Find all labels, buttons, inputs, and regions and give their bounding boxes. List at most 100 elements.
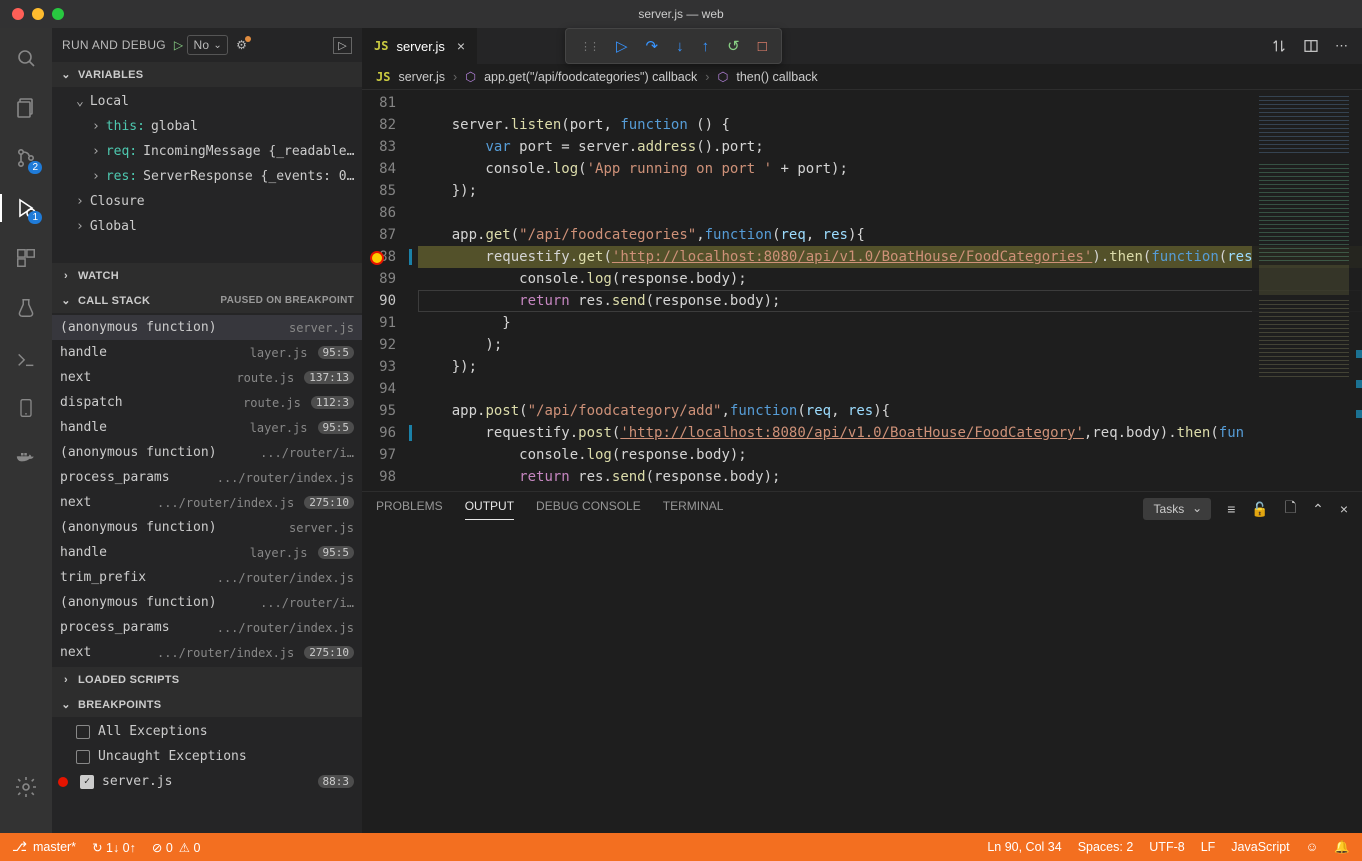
settings-gear-icon[interactable] [12,773,40,801]
source-control-icon[interactable]: 2 [12,144,40,172]
split-editor-icon[interactable] [1303,38,1319,54]
cursor-position[interactable]: Ln 90, Col 34 [987,840,1061,854]
callstack-frame[interactable]: (anonymous function).../router/i… [52,590,362,615]
variables-section-header[interactable]: ⌄VARIABLES [52,62,362,87]
breakpoint-item[interactable]: ✓server.js88:3 [52,769,362,794]
editor-tab[interactable]: JS server.js × [362,28,477,64]
breadcrumbs[interactable]: JS server.js › ⬡ app.get("/api/foodcateg… [362,64,1362,90]
minimize-window-icon[interactable] [32,8,44,20]
tab-output[interactable]: OUTPUT [465,499,514,520]
js-file-icon: JS [376,70,390,84]
stop-icon[interactable]: □ [758,38,767,55]
callstack-frame[interactable]: handlelayer.js95:5 [52,540,362,565]
callstack-frame[interactable]: handlelayer.js95:5 [52,340,362,365]
callstack-frame[interactable]: next.../router/index.js275:10 [52,640,362,665]
drag-handle-icon[interactable]: ⋮⋮ [580,40,598,53]
eol[interactable]: LF [1201,840,1216,854]
start-debug-button[interactable]: ▷ No⌄ [174,35,228,55]
encoding[interactable]: UTF-8 [1149,840,1184,854]
callstack-frame[interactable]: (anonymous function).../router/i… [52,440,362,465]
run-debug-icon[interactable]: 1 [12,194,40,222]
close-window-icon[interactable] [12,8,24,20]
debug-toolbar[interactable]: ⋮⋮ ▷ ↷ ↓ ↑ ↺ □ [565,28,782,64]
callstack-frame[interactable]: (anonymous function)server.js [52,315,362,340]
callstack-frame[interactable]: process_params.../router/index.js [52,615,362,640]
chevron-down-icon: ⌄ [60,698,72,711]
minimap[interactable] [1252,90,1362,491]
tab-terminal[interactable]: TERMINAL [663,499,724,519]
step-out-icon[interactable]: ↑ [702,38,710,55]
extensions-icon[interactable] [12,244,40,272]
device-icon[interactable] [12,394,40,422]
docker-icon[interactable] [12,444,40,472]
tab-problems[interactable]: PROBLEMS [376,499,443,519]
chevron-right-icon: › [92,144,100,159]
chevron-right-icon: › [60,270,72,282]
callstack-frame[interactable]: nextroute.js137:13 [52,365,362,390]
js-file-icon: JS [374,39,388,53]
breakpoints-section-header[interactable]: ⌄BREAKPOINTS [52,692,362,717]
errors-status[interactable]: ⊘ 0 [152,840,173,855]
scope-local[interactable]: ⌄Local [52,89,362,114]
compare-changes-icon[interactable] [1271,38,1287,54]
collapse-panel-icon[interactable]: ⌃ [1312,501,1324,518]
callstack-frame[interactable]: trim_prefix.../router/index.js [52,565,362,590]
continue-icon[interactable]: ▷ [616,37,628,55]
language-mode[interactable]: JavaScript [1231,840,1289,854]
indentation[interactable]: Spaces: 2 [1078,840,1134,854]
restart-icon[interactable]: ↺ [727,37,740,55]
callstack-frame[interactable]: process_params.../router/index.js [52,465,362,490]
tab-debug-console[interactable]: DEBUG CONSOLE [536,499,641,519]
callstack-frame[interactable]: (anonymous function)server.js [52,515,362,540]
output-channel-select[interactable]: Tasks [1143,498,1212,520]
step-over-icon[interactable]: ↷ [646,37,659,55]
checkbox-checked-icon[interactable]: ✓ [80,775,94,789]
sidebar-title: RUN AND DEBUG [62,38,166,52]
scope-closure[interactable]: ›Closure [52,189,362,214]
window-title: server.js — web [638,7,723,21]
titlebar: server.js — web [0,0,1362,28]
maximize-window-icon[interactable] [52,8,64,20]
variable-item[interactable]: ›res: ServerResponse {_events: 0… [52,164,362,189]
breakpoint-uncaught-exceptions[interactable]: Uncaught Exceptions [52,744,362,769]
scope-global[interactable]: ›Global [52,214,362,239]
loaded-scripts-section-header[interactable]: ›LOADED SCRIPTS [52,667,362,692]
step-into-icon[interactable]: ↓ [676,38,684,55]
debug-settings-icon[interactable]: ⚙ [236,38,247,52]
callstack-frame[interactable]: dispatchroute.js112:3 [52,390,362,415]
watch-section-header[interactable]: ›WATCH [52,263,362,288]
code-editor[interactable]: 8182838485868788899091929394959697989910… [362,90,1362,491]
debug-console-toggle-icon[interactable]: ▷ [333,37,352,54]
search-icon[interactable] [12,44,40,72]
remote-icon[interactable] [12,344,40,372]
close-panel-icon[interactable]: × [1340,501,1348,517]
variable-item[interactable]: ›req: IncomingMessage {_readable… [52,139,362,164]
chevron-right-icon: › [92,119,100,134]
testing-icon[interactable] [12,294,40,322]
chevron-right-icon: › [76,219,84,234]
feedback-icon[interactable]: ☺ [1306,840,1319,854]
chevron-right-icon: › [60,674,72,686]
breakpoint-all-exceptions[interactable]: All Exceptions [52,719,362,744]
breakpoint-dot-icon [58,777,68,787]
window-controls [12,8,64,20]
callstack-frame[interactable]: next.../router/index.js275:10 [52,490,362,515]
checkbox-icon[interactable] [76,750,90,764]
debug-config-select[interactable]: No⌄ [187,35,228,55]
close-tab-icon[interactable]: × [457,38,465,54]
sidebar-header: RUN AND DEBUG ▷ No⌄ ⚙ ▷ [52,28,362,62]
clear-output-icon[interactable]: 🗋 [1285,497,1296,521]
more-actions-icon[interactable]: ⋯ [1335,38,1348,54]
unlock-icon[interactable]: 🔓 [1251,501,1268,518]
notifications-icon[interactable]: 🔔 [1334,840,1350,855]
callstack-section-header[interactable]: ⌄CALL STACKPAUSED ON BREAKPOINT [52,288,362,313]
sync-status[interactable]: ↻ 1↓ 0↑ [92,840,136,855]
checkbox-icon[interactable] [76,725,90,739]
callstack-frame[interactable]: handlelayer.js95:5 [52,415,362,440]
warnings-status[interactable]: ⚠ 0 [179,840,201,855]
variable-item[interactable]: ›this: global [52,114,362,139]
filter-icon[interactable]: ≡ [1227,501,1235,517]
chevron-right-icon: › [705,70,709,84]
git-branch[interactable]: ⎇master* [12,839,76,855]
explorer-icon[interactable] [12,94,40,122]
